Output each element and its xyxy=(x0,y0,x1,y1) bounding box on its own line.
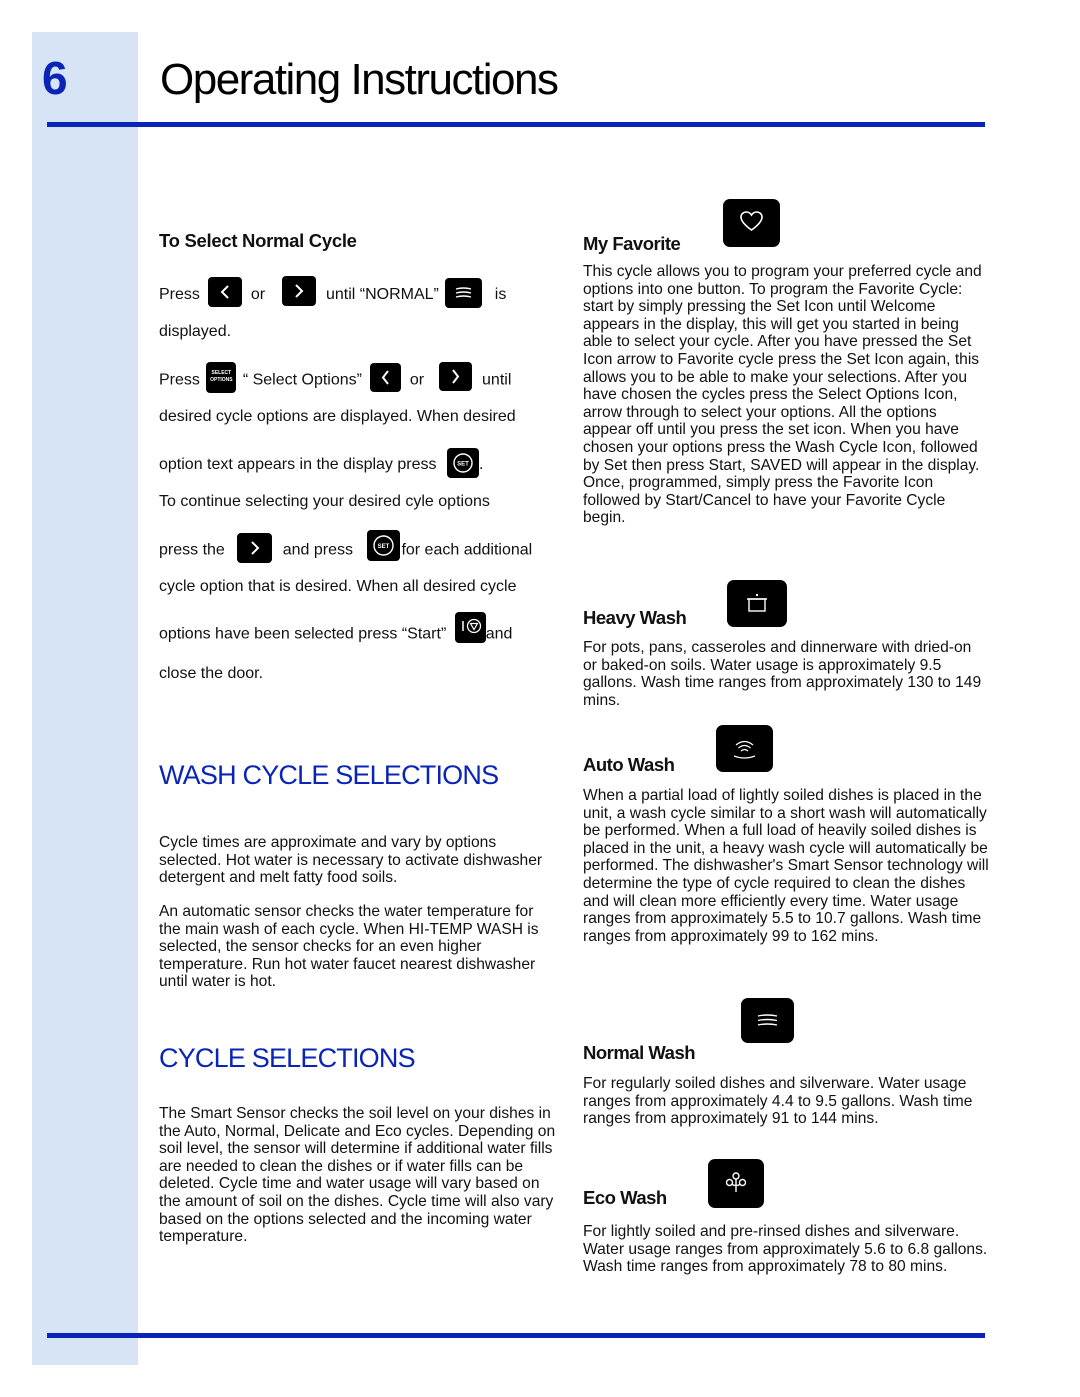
instruction-line: desired cycle options are displayed. Whe… xyxy=(159,408,516,425)
normal-cycle-button xyxy=(445,278,483,308)
eco-wash-button xyxy=(708,1159,764,1208)
select-options-button: SELECT OPTIONS xyxy=(206,362,237,393)
instruction-text: until xyxy=(482,371,512,389)
right-arrow-button xyxy=(281,276,316,306)
left-arrow-button xyxy=(370,363,402,392)
page-title: Operating Instructions xyxy=(160,55,559,104)
set-label: SET xyxy=(457,462,469,468)
pot-icon xyxy=(747,593,767,612)
select-normal-heading: To Select Normal Cycle xyxy=(159,230,357,251)
wash-cycle-selections-paragraph: An automatic sensor checks the water tem… xyxy=(159,903,539,991)
chevron-right-icon xyxy=(451,369,459,384)
cycle-selections-paragraph: The Smart Sensor checks the soil level o… xyxy=(159,1105,556,1246)
instruction-line: option text appears in the display press… xyxy=(159,448,484,480)
normal-wash-button xyxy=(741,998,794,1043)
my-favorite-button xyxy=(723,199,780,247)
auto-wash-button xyxy=(716,725,773,772)
set-icon: SET xyxy=(373,535,395,556)
chevron-right-icon xyxy=(251,540,260,555)
instruction-line: press the and press SET for each additio… xyxy=(159,530,533,566)
instruction-text: “ Select Options” xyxy=(242,371,362,389)
instruction-line: To continue selecting your desired cyle … xyxy=(159,493,490,510)
cycle-description: For pots, pans, casseroles and dinnerwar… xyxy=(583,639,982,709)
instruction-line: Press or until “NORMAL” is xyxy=(159,276,507,310)
stacked-plates-icon xyxy=(757,1014,778,1026)
instruction-line: cycle option that is desired. When all d… xyxy=(159,578,517,595)
instruction-text: and xyxy=(485,625,513,643)
instruction-text: or xyxy=(250,286,266,304)
instruction-line: options have been selected press “Start”… xyxy=(159,612,513,650)
start-button xyxy=(454,612,486,643)
instruction-line: displayed. xyxy=(159,323,232,340)
set-label: SET xyxy=(378,544,390,550)
set-button: SET xyxy=(367,530,401,561)
instruction-text: is xyxy=(494,286,507,304)
cycle-description: When a partial load of lightly soiled di… xyxy=(583,787,989,945)
set-button: SET xyxy=(446,448,479,478)
chevron-left-icon xyxy=(382,370,390,385)
instruction-text: and press xyxy=(282,541,353,559)
heavy-wash-button xyxy=(727,580,787,627)
chevron-left-icon xyxy=(220,285,230,299)
cycle-name: Auto Wash xyxy=(583,754,675,775)
start-icon xyxy=(461,618,481,634)
instruction-text: press the xyxy=(159,541,225,559)
cycle-name: Normal Wash xyxy=(583,1042,696,1063)
chapter-sidebar xyxy=(32,32,138,1365)
heart-icon xyxy=(740,211,763,231)
cycle-description: This cycle allows you to program your pr… xyxy=(583,263,982,527)
wash-cycle-selections-title: WASH CYCLE SELECTIONS xyxy=(159,760,499,790)
wash-cycle-selections-paragraph: Cycle times are approximate and vary by … xyxy=(159,834,543,887)
select-options-label: OPTIONS xyxy=(210,377,233,383)
instruction-text: . xyxy=(478,456,484,474)
instruction-text: until “NORMAL” xyxy=(325,286,439,304)
footer-rule xyxy=(47,1333,985,1338)
left-arrow-button xyxy=(208,277,243,307)
sensor-waves-icon xyxy=(733,740,756,759)
cycle-description: For lightly soiled and pre-rinsed dishes… xyxy=(583,1223,988,1276)
instruction-text: option text appears in the display press xyxy=(159,456,437,474)
select-options-label: SELECT xyxy=(211,370,232,376)
cycle-name: Eco Wash xyxy=(583,1187,667,1208)
instruction-line: Press SELECT OPTIONS “ Select Options” o… xyxy=(159,362,512,396)
header-rule xyxy=(47,122,985,127)
instruction-text: for each additional xyxy=(401,541,533,559)
cycle-name: My Favorite xyxy=(583,233,681,254)
eco-plant-icon xyxy=(725,1172,747,1192)
chevron-right-icon xyxy=(294,284,303,298)
instruction-text: Press xyxy=(159,371,200,389)
normal-wash-icon xyxy=(456,287,472,298)
right-arrow-button xyxy=(438,362,472,391)
instruction-line: close the door. xyxy=(159,665,264,682)
instruction-text: options have been selected press “Start” xyxy=(159,625,447,643)
cycle-selections-title: CYCLE SELECTIONS xyxy=(159,1043,416,1073)
right-arrow-button xyxy=(237,532,273,563)
chapter-number: 6 xyxy=(42,52,68,104)
set-icon: SET xyxy=(453,453,473,473)
instruction-text: Press xyxy=(159,286,200,304)
cycle-description: For regularly soiled dishes and silverwa… xyxy=(583,1075,973,1128)
instruction-text: or xyxy=(409,371,425,389)
cycle-name: Heavy Wash xyxy=(583,607,687,628)
